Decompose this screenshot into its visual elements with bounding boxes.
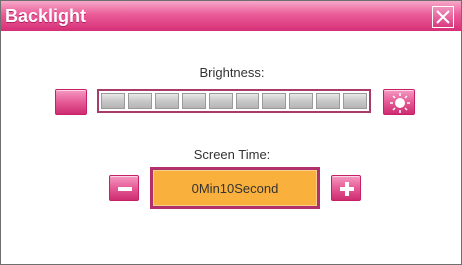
brightness-segments (101, 93, 368, 109)
brightness-segment[interactable] (343, 93, 368, 109)
backlight-dialog: Backlight Brightness: Screen Time: 0Min1… (0, 0, 462, 265)
moon-icon (66, 95, 75, 112)
brightness-segment[interactable] (101, 93, 125, 109)
increase-brightness-button[interactable] (383, 89, 415, 115)
brightness-segment[interactable] (235, 93, 260, 109)
close-icon (436, 10, 450, 24)
brightness-slider[interactable] (97, 89, 371, 113)
increase-time-button[interactable] (331, 175, 361, 201)
close-button[interactable] (432, 6, 454, 28)
screen-time-value: 0Min10Second (191, 180, 279, 196)
screen-time-value-box: 0Min10Second (150, 167, 320, 209)
title-bar: Backlight (1, 1, 461, 31)
brightness-segment[interactable] (127, 93, 152, 109)
brightness-segment[interactable] (262, 93, 287, 109)
brightness-label: Brightness: (199, 65, 265, 80)
minus-icon (118, 187, 132, 191)
sun-icon (390, 93, 410, 113)
brightness-segment[interactable] (316, 93, 341, 109)
window-title: Backlight (5, 6, 87, 26)
decrease-brightness-button[interactable] (55, 89, 87, 115)
plus-icon (340, 182, 354, 196)
brightness-segment[interactable] (154, 93, 179, 109)
decrease-time-button[interactable] (109, 175, 139, 201)
brightness-segment[interactable] (208, 93, 233, 109)
screen-time-label: Screen Time: (193, 147, 271, 162)
brightness-segment[interactable] (289, 93, 314, 109)
brightness-segment[interactable] (181, 93, 206, 109)
